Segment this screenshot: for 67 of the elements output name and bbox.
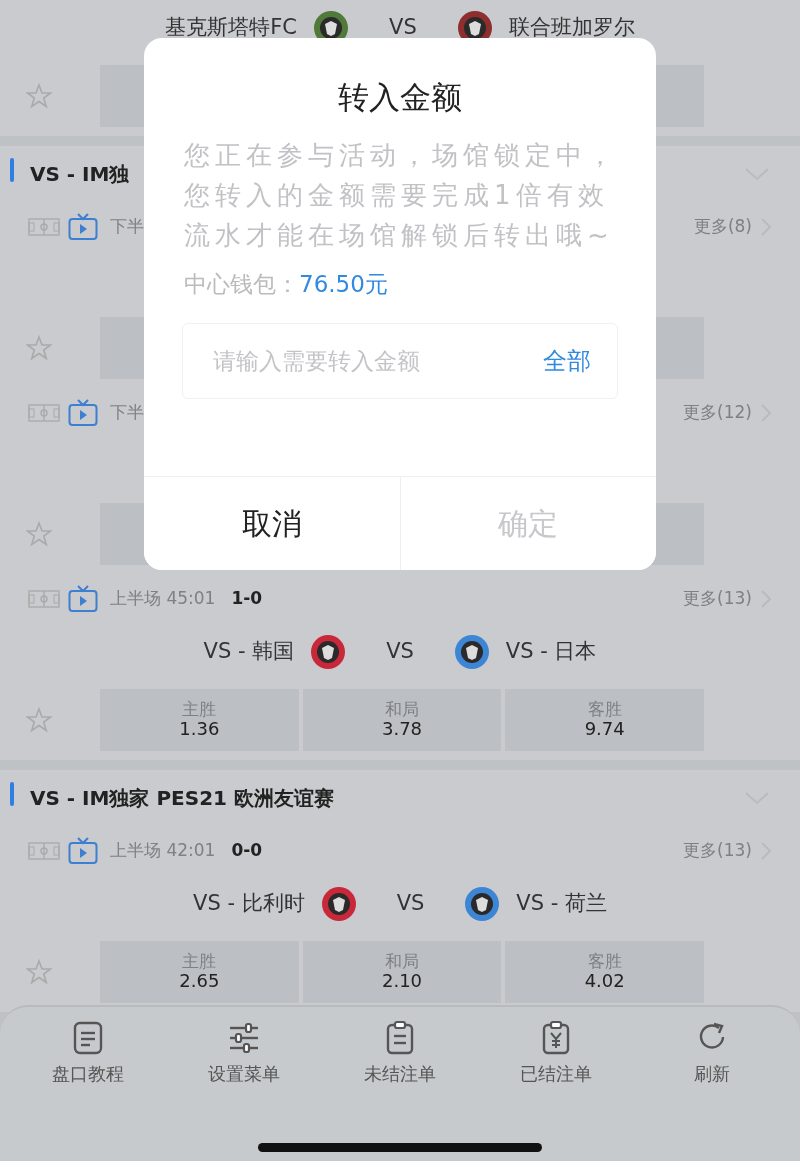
league-title: VS - IM独家 PES21 欧洲友谊赛 [30, 785, 334, 812]
more-link[interactable]: 更多(13) [683, 838, 752, 864]
odds-button[interactable]: 和局 3.78 [302, 689, 502, 751]
odds-value: 4.02 [584, 971, 625, 993]
team-name: VS - 韩国 [203, 638, 295, 666]
odds-button[interactable]: 主胜 2.65 [100, 941, 299, 1003]
pitch-icon[interactable] [28, 840, 60, 862]
pitch-icon[interactable] [28, 216, 60, 238]
odds-value: 9.74 [584, 719, 625, 741]
odds-value: 2.10 [381, 971, 423, 993]
more-link[interactable]: 更多(12) [683, 400, 752, 426]
odds-label: 客胜 [587, 951, 622, 972]
league-title: VS - IM独 [30, 161, 130, 188]
odds-label: 和局 [385, 951, 419, 972]
odds-label: 客胜 [587, 699, 622, 720]
more-link[interactable]: 更多(13) [683, 586, 752, 612]
odds-label: 主胜 [182, 951, 217, 972]
odds-label: 和局 [385, 699, 419, 720]
section-marker [10, 782, 14, 806]
vs-label: VS [396, 890, 425, 918]
match-status: 下半 [110, 401, 144, 425]
all-amount-link[interactable]: 全部 [543, 343, 591, 379]
dialog-message: 您正在参与活动，场馆锁定中，您转入的金额需要完成1倍有效流水才能在场馆解锁后转出哦~ [183, 138, 619, 252]
star-icon[interactable] [26, 959, 52, 985]
odds-value: 3.78 [381, 719, 423, 741]
odds-button[interactable]: 主胜 1.36 [100, 689, 299, 751]
star-icon[interactable] [26, 335, 52, 361]
vs-label: VS [389, 14, 417, 42]
odds-value: 2.65 [179, 971, 220, 993]
team-name: VS - 日本 [505, 638, 597, 666]
vs-label: VS [386, 638, 414, 666]
team-name: VS - 荷兰 [516, 890, 607, 918]
pitch-icon[interactable] [28, 588, 60, 610]
match-status: 下半 [110, 215, 144, 239]
star-icon[interactable] [26, 83, 52, 109]
tv-icon[interactable] [68, 213, 98, 241]
team-name: VS - 比利时 [193, 890, 305, 918]
wallet-amount: 76.50元 [299, 269, 388, 299]
tv-icon[interactable] [68, 585, 98, 613]
amount-input-field[interactable]: 请输入需要转入金额 全部 [182, 323, 618, 399]
star-icon[interactable] [26, 521, 52, 547]
odds-button[interactable]: 和局 2.10 [302, 941, 502, 1003]
match-status: 上半场 42:01 [110, 839, 216, 863]
nav-tab[interactable]: 设置菜单 [166, 1019, 322, 1161]
nav-tab[interactable]: 已结注单 [478, 1019, 634, 1161]
sliders-icon [227, 1020, 261, 1056]
star-icon[interactable] [26, 707, 52, 733]
match-score: 1-0 [231, 587, 263, 611]
wallet-label: 中心钱包： [184, 269, 299, 299]
pitch-icon[interactable] [28, 402, 60, 424]
odds-value: 1.36 [179, 719, 220, 741]
document-icon [71, 1020, 105, 1056]
tv-icon[interactable] [68, 837, 98, 865]
match-score: 0-0 [231, 839, 263, 863]
tv-icon[interactable] [68, 399, 98, 427]
odds-button[interactable]: 客胜 9.74 [505, 689, 704, 751]
nav-tab[interactable]: 盘口教程 [10, 1019, 166, 1161]
team-name: 联合班加罗尔 [508, 14, 635, 42]
section-marker [10, 158, 14, 182]
team-name: 基克斯塔特FC [165, 14, 297, 42]
more-link[interactable]: 更多(8) [693, 214, 752, 240]
dialog-title: 转入金额 [338, 78, 462, 117]
nav-tab[interactable]: 刷新 [634, 1019, 790, 1161]
odds-button[interactable]: 客胜 4.02 [505, 941, 704, 1003]
odds-label: 主胜 [182, 699, 217, 720]
match-status: 上半场 45:01 [110, 587, 216, 611]
nav-tab[interactable]: 未结注单 [322, 1019, 478, 1161]
